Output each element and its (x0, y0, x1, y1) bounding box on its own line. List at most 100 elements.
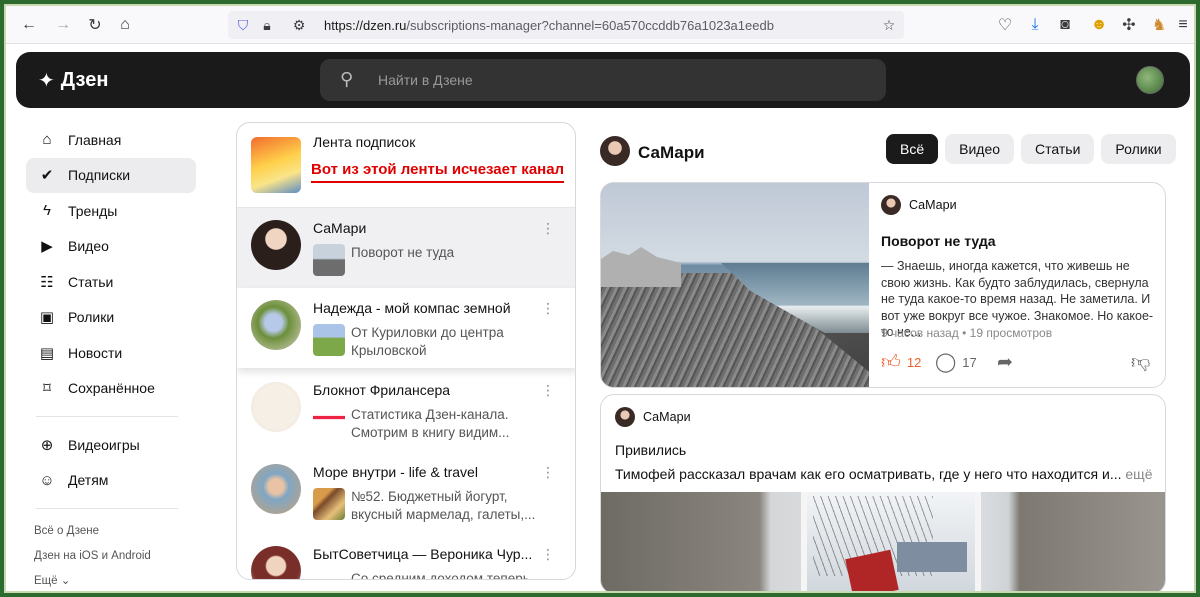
post-author[interactable]: СаМари (881, 195, 957, 215)
more-options-icon[interactable]: ⋮ (541, 464, 555, 481)
more-options-icon[interactable]: ⋮ (541, 300, 555, 317)
subscription-row[interactable]: Блокнот Фрилансера Статистика Дзен-канала… (237, 370, 575, 450)
channel-name[interactable]: БытСоветчица — Вероника Чур... (313, 546, 532, 562)
filter-all-button[interactable]: Всё (886, 134, 939, 164)
roof-shape (897, 542, 967, 572)
comment-button[interactable]: ◯ 17 (935, 351, 977, 374)
channel-avatar[interactable] (251, 464, 301, 514)
feed-header[interactable]: Лента подписок Вот из этой ленты исчезае… (237, 123, 575, 208)
sidebar-item-book[interactable]: ☷ Статьи (26, 264, 196, 300)
url-text: https://dzen.ru/subscriptions-manager?ch… (324, 18, 774, 33)
channel-name[interactable]: Блокнот Фрилансера (313, 382, 450, 398)
lock-icon[interactable]: 🔒︎ (258, 16, 276, 34)
dislike-button[interactable]: 👎︎ (1131, 351, 1150, 374)
post-title[interactable]: Поворот не туда (881, 233, 996, 249)
post-card[interactable]: СаМари Поворот не туда — Знаешь, иногда … (600, 182, 1166, 388)
divider (36, 416, 178, 417)
channel-avatar[interactable] (251, 220, 301, 270)
more-options-icon[interactable]: ⋮ (541, 220, 555, 237)
more-options-icon[interactable]: ⋮ (541, 382, 555, 399)
filter-clips-button[interactable]: Ролики (1101, 134, 1176, 164)
post-thumbnail[interactable] (313, 570, 345, 579)
avatar[interactable] (1136, 66, 1164, 94)
menu-icon[interactable]: ≡ (1172, 14, 1194, 36)
emoji-extension-icon[interactable]: ☻ (1088, 14, 1110, 36)
sidebar-item-bookmark[interactable]: ⌑ Сохранённое (26, 371, 196, 407)
subscription-row[interactable]: БытСоветчица — Вероника Чур... Со средним… (237, 534, 575, 579)
post-thumbnail[interactable] (313, 406, 345, 438)
download-icon[interactable]: ⤓ (1024, 14, 1046, 36)
sidebar-item-play[interactable]: ▶ Видео (26, 229, 196, 265)
filter-articles-button[interactable]: Статьи (1021, 134, 1095, 164)
channel-name[interactable]: Море внутри - life & travel (313, 464, 478, 480)
search-input[interactable]: ⚲ Найти в Дзене (320, 59, 886, 101)
more-options-icon[interactable]: ⋮ (541, 546, 555, 563)
subscription-row[interactable]: Надежда - мой компас земной От Куриловки … (237, 288, 575, 368)
sidebar-item-subscriptions[interactable]: ✔ Подписки (26, 157, 196, 193)
share-button[interactable]: ➦ (997, 351, 1013, 374)
channel-name[interactable]: Надежда - мой компас земной (313, 300, 511, 316)
footer-link[interactable]: Всё о Дзене (26, 519, 196, 544)
forward-icon[interactable]: → (52, 14, 74, 36)
channel-avatar[interactable] (251, 546, 301, 579)
cat-extension-icon[interactable]: ♞ (1148, 14, 1170, 36)
home-icon[interactable]: ⌂ (114, 14, 136, 36)
post-thumbnail[interactable] (313, 244, 345, 276)
channel-avatar[interactable] (600, 136, 630, 166)
sidebar-item-bear[interactable]: ☺ Детям (26, 463, 196, 499)
gamepad-icon: ⊕ (40, 436, 54, 454)
post-title[interactable]: Поворот не туда (351, 244, 547, 262)
clips-icon: ▣ (39, 309, 55, 327)
thumbs-down-icon: 👎︎ (1131, 352, 1151, 373)
channel-avatar[interactable] (251, 300, 301, 350)
post-card[interactable]: СаМари Привились Тимофей рассказал врача… (600, 394, 1166, 591)
sidebar-item-label: Ролики (68, 309, 115, 326)
sidebar-item-clips[interactable]: ▣ Ролики (26, 300, 196, 336)
post-author[interactable]: СаМари (615, 407, 691, 427)
post-title[interactable]: От Куриловки до центра Крыловской (351, 324, 547, 360)
filter-video-button[interactable]: Видео (945, 134, 1015, 164)
star-icon[interactable]: ☆ (880, 16, 898, 34)
like-count: 12 (906, 355, 922, 370)
sidebar-item-label: Статьи (68, 273, 114, 290)
browser-toolbar: ← → ↻ ⌂ ⛉ 🔒︎ ⚙︎ https://dzen.ru/subscrip… (6, 6, 1194, 44)
sidebar-item-label: Видео (68, 238, 109, 255)
more-link[interactable]: ещё (1125, 466, 1152, 482)
channel-avatar[interactable] (251, 382, 301, 432)
post-body: СаМари Поворот не туда — Знаешь, иногда … (869, 183, 1165, 387)
post-thumbnail[interactable] (313, 324, 345, 356)
channel-name[interactable]: СаМари (638, 143, 705, 163)
post-title[interactable]: №52. Бюджетный йогурт, вкусный мармелад,… (351, 488, 547, 524)
back-icon[interactable]: ← (18, 14, 40, 36)
shield-icon[interactable]: ⛉ (234, 16, 252, 34)
bookmark-icon: ⌑ (43, 380, 51, 398)
footer-link[interactable]: Ещё ⌄ (26, 568, 196, 591)
sidebar-item-label: Главная (68, 131, 122, 148)
sidebar-item-label: Детям (68, 472, 109, 489)
post-image[interactable] (601, 492, 1165, 591)
reload-icon[interactable]: ↻ (84, 14, 106, 36)
post-title[interactable]: Со средним доходом теперь (351, 570, 547, 579)
url-bar[interactable]: ⛉ 🔒︎ ⚙︎ https://dzen.ru/subscriptions-ma… (228, 11, 904, 39)
permissions-icon[interactable]: ⚙︎ (284, 16, 314, 34)
sidebar-item-house[interactable]: ⌂ Главная (26, 122, 196, 158)
channel-name[interactable]: СаМари (313, 220, 366, 236)
sidebar-item-lightning[interactable]: ϟ Тренды (26, 193, 196, 229)
search-icon: ⚲ (340, 69, 354, 89)
like-button[interactable]: 👍︎ 12 (881, 351, 921, 374)
sidebar-item-news[interactable]: ▤ Новости (26, 335, 196, 371)
share-icon: ➦ (997, 352, 1013, 373)
sidebar-item-gamepad[interactable]: ⊕ Видеоигры (26, 427, 196, 463)
ruins-shape (601, 247, 681, 287)
footer-link[interactable]: Дзен на iOS и Android (26, 544, 196, 569)
pocket-icon[interactable]: ♡ (994, 14, 1016, 36)
extension-icon[interactable]: ◙ (1054, 14, 1076, 36)
dzen-logo[interactable]: ✦ Дзен (38, 68, 108, 93)
subscription-row[interactable]: Море внутри - life & travel №52. Бюджетны… (237, 452, 575, 532)
post-image[interactable] (601, 183, 869, 387)
post-meta: 9 часов назад • 19 просмотров (881, 326, 1053, 340)
puzzle-icon[interactable]: ✣ (1118, 14, 1140, 36)
post-title[interactable]: Статистика Дзен-канала. Смотрим в книгу … (351, 406, 547, 442)
subscription-row[interactable]: СаМари Поворот не туда ⋮ (237, 208, 575, 288)
post-thumbnail[interactable] (313, 488, 345, 520)
